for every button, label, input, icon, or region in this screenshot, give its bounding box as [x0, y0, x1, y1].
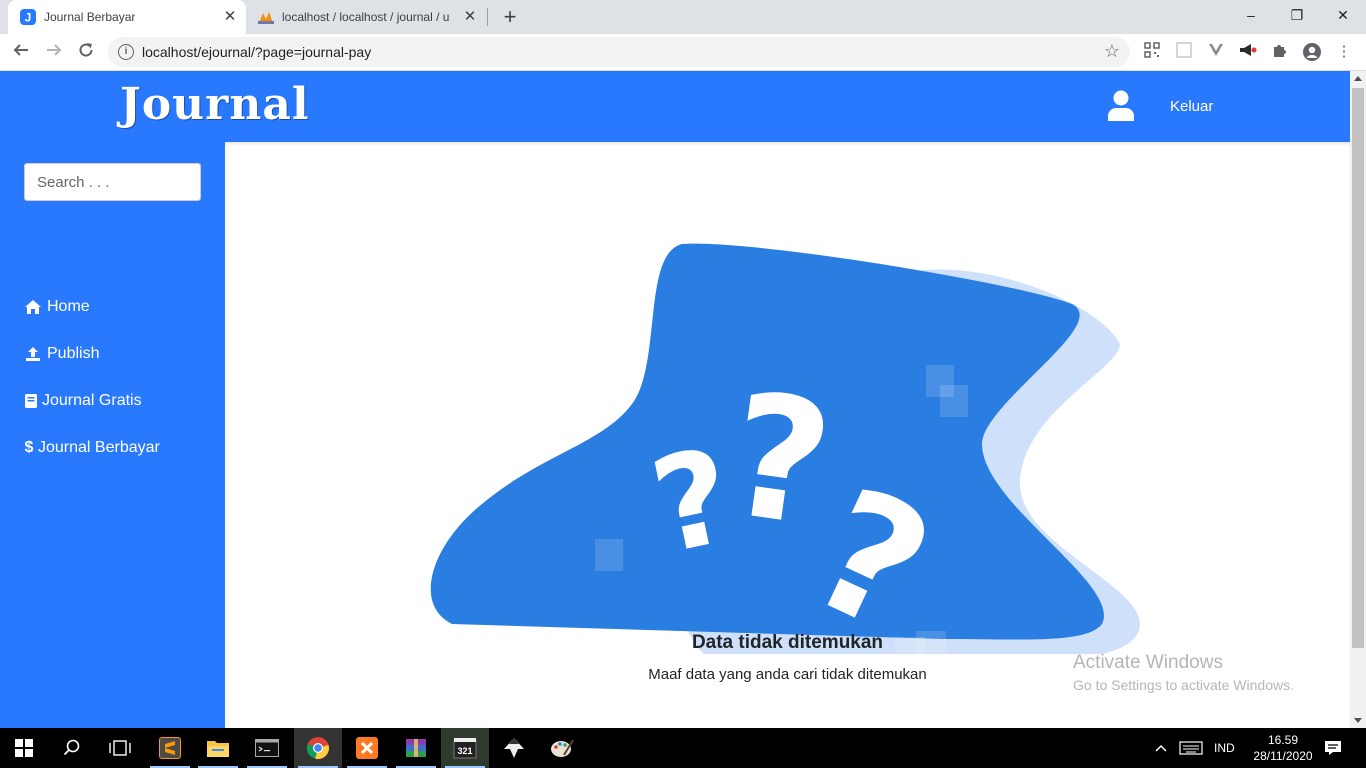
- journal-favicon-icon: J: [20, 9, 36, 25]
- activate-windows-subtitle: Go to Settings to activate Windows.: [1073, 677, 1294, 693]
- tab-title: localhost / localhost / journal / u: [282, 10, 450, 24]
- browser-tab-bar: J Journal Berbayar ✕ localhost / localho…: [0, 0, 1366, 34]
- page-scrollbar[interactable]: [1350, 71, 1366, 728]
- tab-journal-berbayar[interactable]: J Journal Berbayar ✕: [8, 0, 246, 34]
- sidebar: Home Publish Journal Gratis $ Journal Be…: [0, 142, 225, 728]
- back-arrow-icon[interactable]: [8, 40, 34, 66]
- not-found-illustration: ? ? ?: [430, 243, 1140, 654]
- address-bar[interactable]: i localhost/ejournal/?page=journal-pay ☆: [108, 37, 1130, 67]
- site-info-icon[interactable]: i: [118, 44, 134, 60]
- clock-date: 28/11/2020: [1253, 749, 1313, 763]
- megaphone-icon[interactable]: [1238, 42, 1258, 62]
- action-center-button[interactable]: [1324, 728, 1342, 768]
- sidebar-item-publish[interactable]: Publish: [24, 342, 99, 366]
- task-view-icon: [109, 740, 131, 756]
- url-text[interactable]: localhost/ejournal/?page=journal-pay: [142, 44, 371, 60]
- sidebar-item-label: Journal Berbayar: [38, 439, 160, 456]
- chrome-icon: [306, 737, 329, 759]
- activate-windows-title: Activate Windows: [1073, 652, 1223, 673]
- illustration-square: [595, 539, 623, 571]
- touch-keyboard-button[interactable]: [1179, 728, 1203, 768]
- sidebar-item-journal-gratis[interactable]: Journal Gratis: [24, 389, 142, 413]
- input-language[interactable]: IND: [1214, 728, 1235, 768]
- restore-button[interactable]: ❐: [1274, 0, 1320, 30]
- taskbar-media-player-classic[interactable]: 321: [441, 728, 489, 768]
- tab-title: Journal Berbayar: [44, 10, 136, 24]
- xampp-icon: [356, 737, 378, 759]
- journal-logo[interactable]: Journal: [120, 79, 310, 130]
- dollar-icon: $: [24, 439, 34, 456]
- phpmyadmin-favicon-icon: [258, 12, 274, 24]
- search-taskbar-button[interactable]: [48, 728, 96, 768]
- task-view-button[interactable]: [96, 728, 144, 768]
- winrar-icon: [406, 739, 426, 757]
- profile-avatar-icon[interactable]: [1302, 42, 1322, 62]
- book-icon: [24, 392, 38, 410]
- chevron-up-icon: [1155, 744, 1167, 752]
- site-header: Journal Keluar: [0, 71, 1350, 142]
- media-player-icon: 321: [453, 738, 477, 759]
- user-icon[interactable]: [1107, 90, 1135, 122]
- web-page: Journal Keluar Home Publish Journal Grat…: [0, 71, 1350, 728]
- search-icon: [63, 739, 80, 756]
- new-tab-button[interactable]: +: [498, 5, 522, 29]
- browser-toolbar: i localhost/ejournal/?page=journal-pay ☆…: [0, 34, 1366, 71]
- tab-phpmyadmin[interactable]: localhost / localhost / journal / u ✕: [246, 0, 486, 34]
- vue-devtools-icon[interactable]: [1206, 42, 1226, 62]
- chrome-menu-icon[interactable]: ⋮: [1334, 42, 1354, 62]
- show-hidden-icons-button[interactable]: [1154, 728, 1168, 768]
- taskbar-clock[interactable]: 16.59 28/11/2020: [1245, 732, 1321, 764]
- svg-text:321: 321: [457, 746, 472, 756]
- qr-code-icon[interactable]: [1142, 42, 1162, 62]
- taskbar-paint[interactable]: [538, 728, 586, 768]
- sidebar-item-label: Journal Gratis: [42, 392, 142, 409]
- folder-icon: [207, 741, 229, 757]
- extension-grid-icon[interactable]: [1174, 42, 1194, 62]
- tab-close-icon[interactable]: ✕: [222, 9, 238, 25]
- close-window-button[interactable]: ✕: [1320, 0, 1366, 30]
- home-icon: [24, 298, 42, 316]
- scrollbar-thumb[interactable]: [1352, 88, 1364, 648]
- windows-logo-icon: [15, 739, 33, 757]
- scroll-down-arrow-icon[interactable]: [1354, 718, 1362, 723]
- sidebar-item-label: Publish: [47, 345, 100, 362]
- tab-divider: [487, 8, 488, 26]
- keyboard-icon: [1179, 741, 1203, 755]
- clock-time: 16.59: [1267, 733, 1299, 747]
- taskbar-xampp[interactable]: [343, 728, 391, 768]
- paint-palette-icon: [551, 739, 574, 757]
- inkscape-icon: [504, 738, 524, 758]
- search-input[interactable]: [24, 163, 201, 201]
- empty-state-title: Data tidak ditemukan: [691, 632, 884, 653]
- sidebar-item-label: Home: [47, 298, 90, 315]
- extensions-puzzle-icon[interactable]: [1270, 42, 1290, 62]
- terminal-icon: [255, 739, 279, 757]
- windows-taskbar: 321 IND 16.59 28/11/2020: [0, 728, 1366, 768]
- minimize-button[interactable]: –: [1228, 0, 1274, 30]
- start-button[interactable]: [0, 728, 48, 768]
- taskbar-chrome[interactable]: [294, 728, 342, 768]
- svg-text:J: J: [25, 11, 32, 25]
- forward-arrow-icon[interactable]: [41, 40, 67, 66]
- tab-close-icon[interactable]: ✕: [462, 9, 478, 25]
- scroll-up-arrow-icon[interactable]: [1354, 76, 1362, 81]
- logout-link[interactable]: Keluar: [1170, 98, 1213, 115]
- taskbar-command-prompt[interactable]: [243, 728, 291, 768]
- sidebar-item-journal-berbayar[interactable]: $ Journal Berbayar: [24, 436, 160, 460]
- taskbar-file-explorer[interactable]: [194, 728, 242, 768]
- bookmark-star-icon[interactable]: ☆: [1104, 41, 1120, 62]
- taskbar-inkscape[interactable]: [490, 728, 538, 768]
- sidebar-item-home[interactable]: Home: [24, 295, 90, 319]
- upload-icon: [24, 345, 42, 363]
- notification-icon: [1325, 741, 1341, 755]
- taskbar-winrar[interactable]: [392, 728, 440, 768]
- main-content: ? ? ? Data tidak ditemukan Maaf data yan…: [225, 142, 1350, 728]
- sublime-text-icon: [159, 737, 181, 759]
- illustration-square: [940, 385, 968, 417]
- taskbar-sublime-text[interactable]: [146, 728, 194, 768]
- reload-icon[interactable]: [73, 40, 99, 66]
